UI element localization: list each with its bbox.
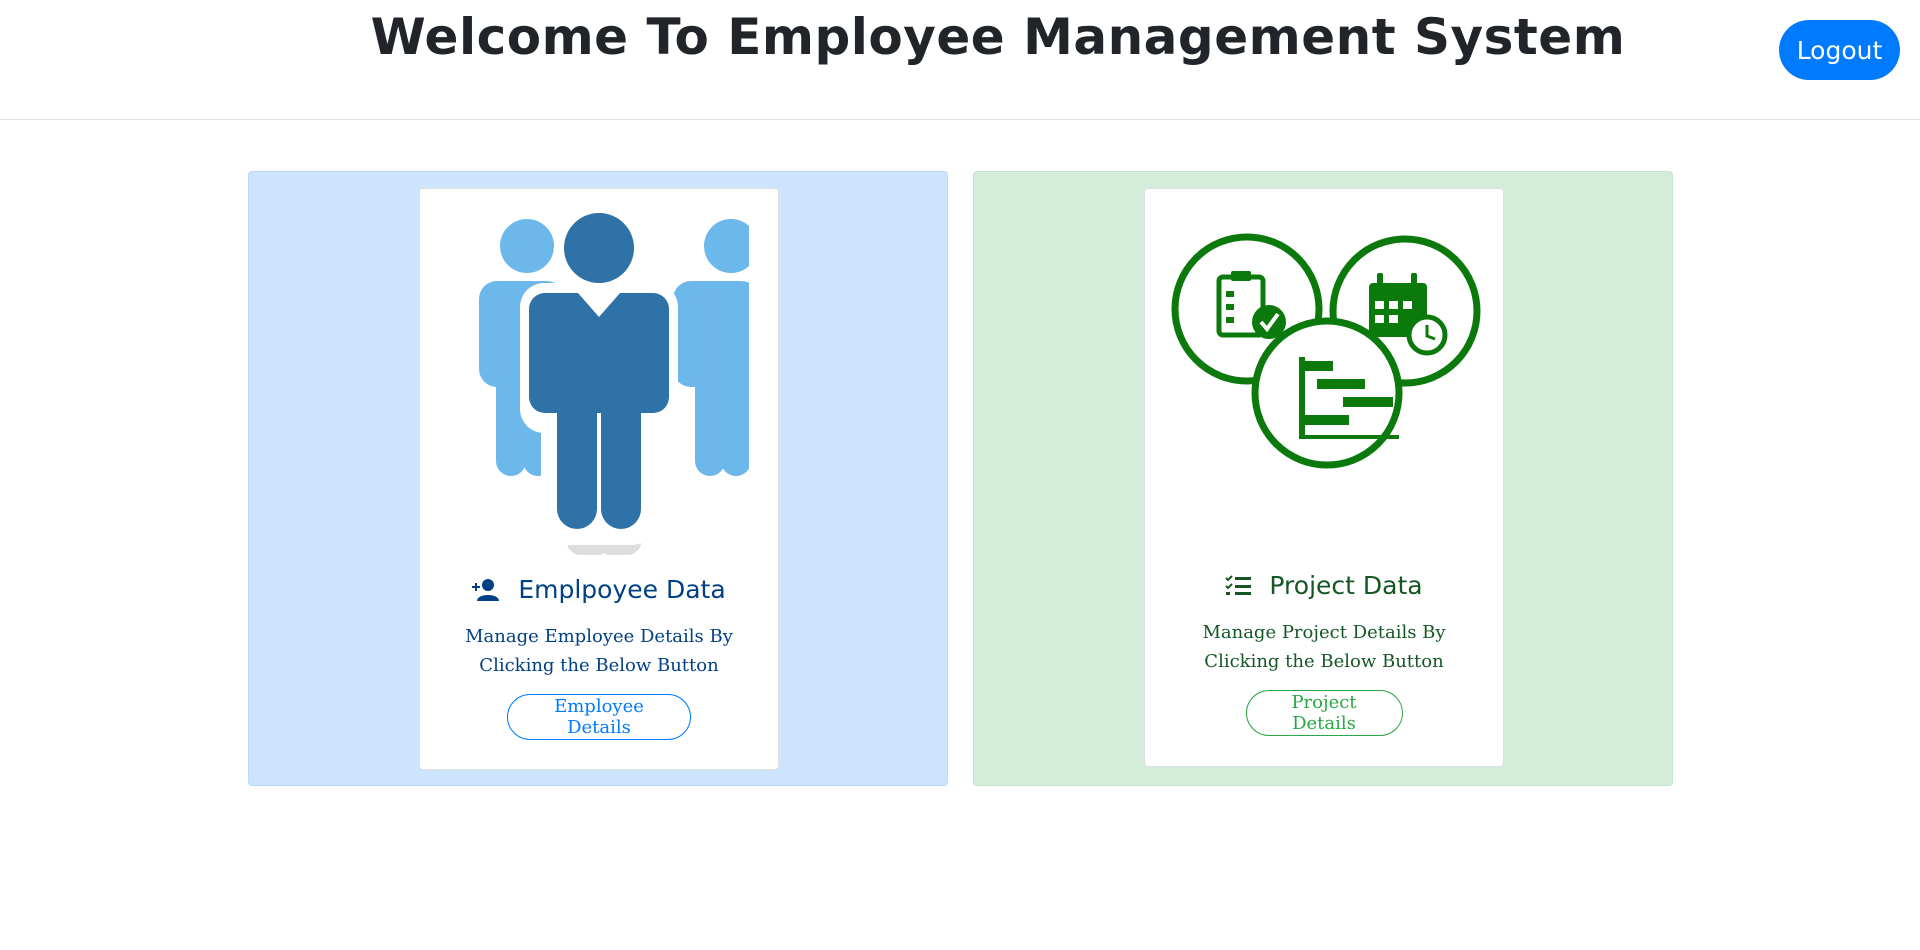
person-add-icon (472, 578, 500, 601)
project-details-button[interactable]: Project Details (1245, 690, 1403, 736)
project-card-title-text: Project Data (1269, 571, 1423, 600)
employee-card-description: Manage Employee Details By Clicking the … (465, 626, 733, 676)
employee-details-button[interactable]: Employee Details (507, 694, 691, 740)
employee-card-title: Emplpoyee Data (420, 575, 778, 604)
top-header: Welcome To Employee Management System Lo… (0, 0, 1920, 120)
project-card: Project Data Manage Project Details By C… (1144, 188, 1504, 767)
employee-panel: Emplpoyee Data Manage Employee Details B… (248, 171, 948, 786)
page-title: Welcome To Employee Management System (370, 8, 1626, 66)
project-panel: Project Data Manage Project Details By C… (973, 171, 1673, 786)
logout-button[interactable]: Logout (1779, 20, 1900, 80)
project-card-description: Manage Project Details By Clicking the B… (1202, 622, 1446, 672)
project-planning-icon (1171, 233, 1481, 469)
checklist-icon (1225, 574, 1252, 595)
employee-card: Emplpoyee Data Manage Employee Details B… (419, 188, 779, 770)
employee-card-title-text: Emplpoyee Data (518, 575, 726, 604)
employees-group-icon (479, 213, 749, 555)
project-card-title: Project Data (1145, 571, 1503, 600)
